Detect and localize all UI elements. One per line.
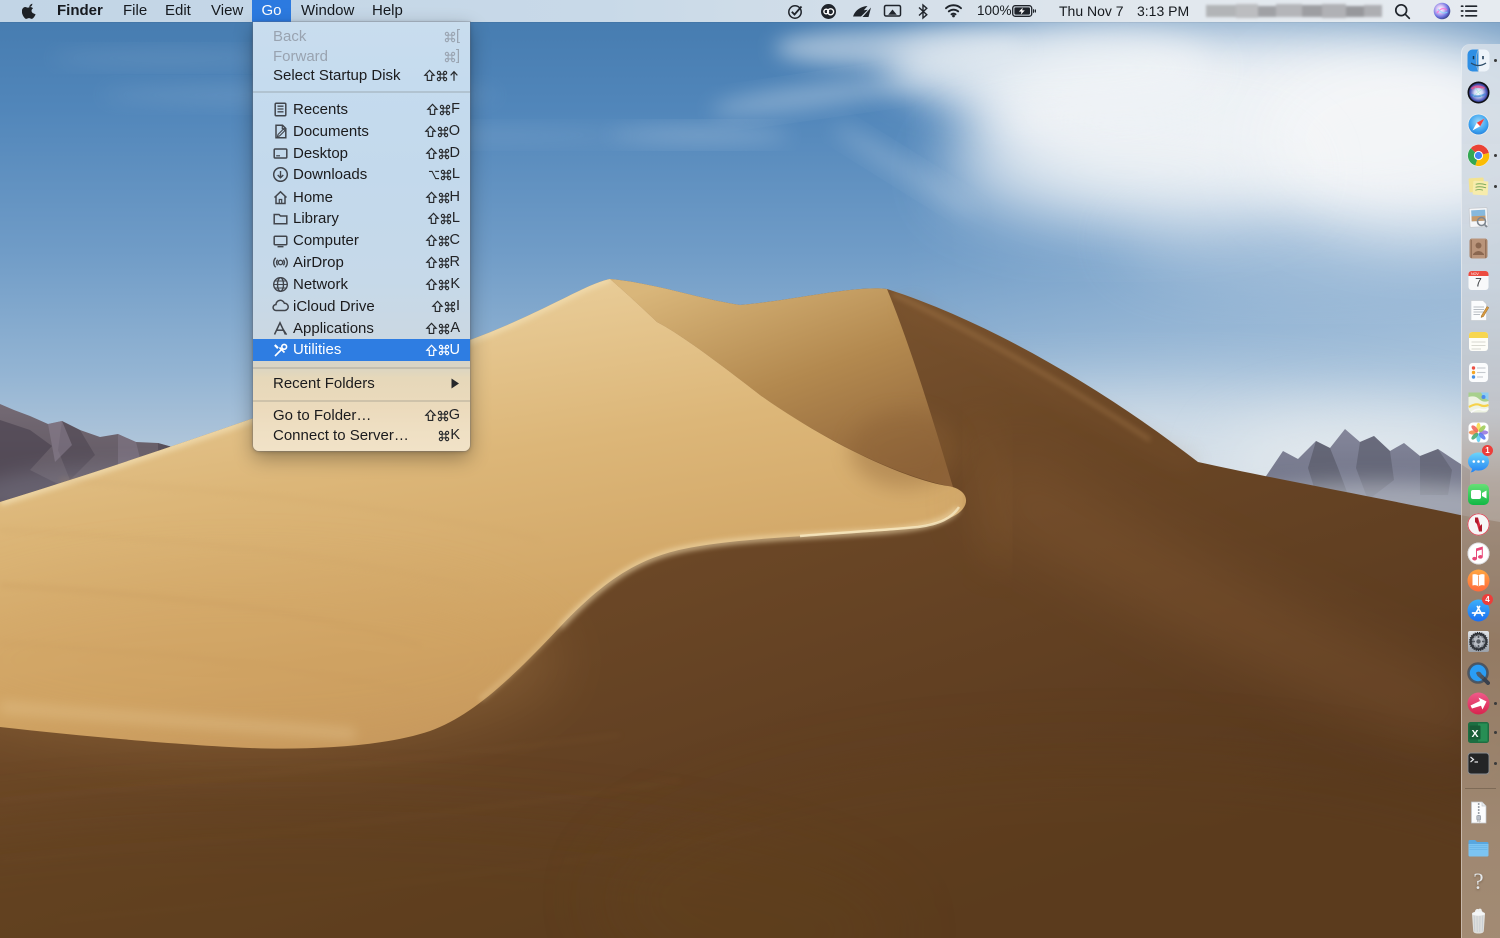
svg-text:X: X [1471,727,1478,739]
svg-text:zip: zip [1477,819,1481,823]
svg-text:7: 7 [1475,275,1482,289]
